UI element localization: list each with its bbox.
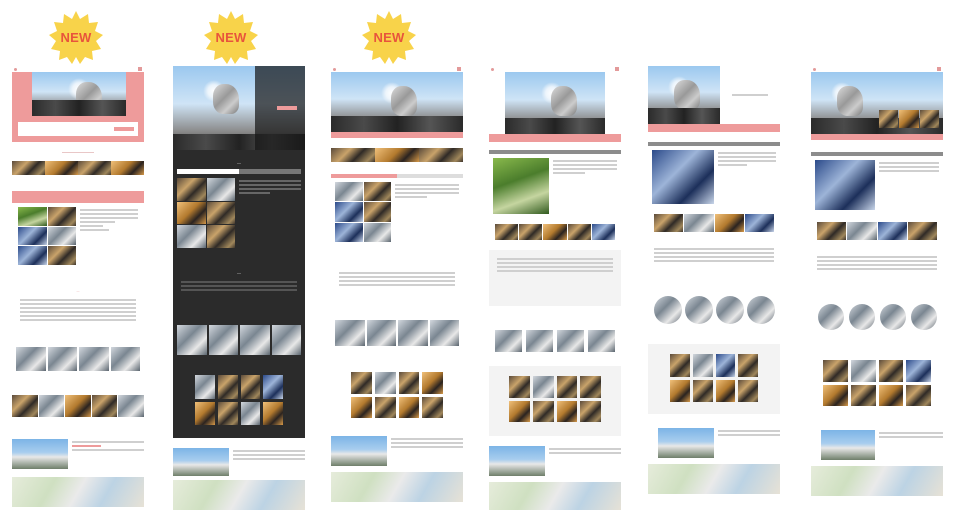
- about-section: [811, 156, 943, 214]
- logo-icon: [813, 67, 816, 71]
- gallery-section: [648, 344, 780, 414]
- photo-strip: [12, 161, 144, 175]
- new-badge-label: NEW: [215, 29, 247, 45]
- template-2-footer: [173, 446, 305, 510]
- hero-image: [505, 72, 605, 134]
- schedule-list: [331, 266, 463, 292]
- more-button[interactable]: [114, 127, 134, 131]
- staff-section: [331, 320, 463, 346]
- schedule-list: [648, 242, 780, 288]
- intro-box: [18, 122, 138, 136]
- gallery-section: [12, 395, 144, 417]
- photo-strip: [495, 224, 616, 240]
- hero-image: [32, 72, 126, 116]
- map[interactable]: [12, 477, 144, 507]
- about-section: [173, 174, 305, 252]
- access-section: [331, 436, 463, 466]
- new-badge-label: NEW: [373, 29, 405, 45]
- map[interactable]: [489, 482, 621, 510]
- template-thumbnail-3[interactable]: [331, 66, 463, 510]
- hero-image: [331, 72, 463, 132]
- staff-section: [811, 304, 943, 332]
- intro-bar: [811, 134, 943, 140]
- new-badge: NEW: [362, 10, 416, 64]
- more-button[interactable]: [277, 106, 297, 110]
- intro-bar: [331, 132, 463, 138]
- gallery-section: [173, 375, 305, 425]
- logo-icon: [14, 67, 17, 71]
- about-heading: —: [237, 160, 241, 165]
- hero-section: [648, 66, 780, 124]
- photo-strip: [654, 214, 774, 232]
- staff-section: [173, 325, 305, 355]
- about-section: [331, 178, 463, 246]
- intro-bar: [648, 124, 780, 132]
- map[interactable]: [173, 480, 305, 510]
- access-section: [648, 428, 780, 458]
- staff-section: [489, 330, 621, 352]
- map[interactable]: [811, 466, 943, 496]
- hero-image: [648, 66, 720, 124]
- about-section: [648, 146, 780, 208]
- menu-icon: [457, 67, 461, 71]
- about-tabs[interactable]: [331, 174, 463, 178]
- schedule-list: [811, 250, 943, 296]
- template-thumbnail-2[interactable]: — —: [173, 66, 305, 438]
- hero-image: [811, 72, 943, 134]
- gallery-section: [811, 352, 943, 416]
- about-section: [489, 154, 621, 218]
- photo-strip: [331, 148, 463, 162]
- new-badge: NEW: [204, 10, 258, 64]
- hero-image: [173, 66, 305, 150]
- template-thumbnail-6[interactable]: [811, 66, 943, 510]
- menu-icon: [937, 67, 941, 71]
- staff-section: [648, 296, 780, 326]
- logo-icon: [333, 67, 336, 71]
- schedule-section: [489, 250, 621, 306]
- template-thumbnail-4[interactable]: [489, 66, 621, 510]
- logo-icon: [491, 67, 494, 71]
- gallery-section: [331, 372, 463, 418]
- access-section: [811, 430, 943, 460]
- menu-icon: [615, 67, 619, 71]
- template-thumbnail-1[interactable]: —: [12, 66, 144, 510]
- map[interactable]: [331, 472, 463, 502]
- staff-section: [12, 347, 144, 371]
- gallery-section: [489, 366, 621, 436]
- template-thumbnail-5[interactable]: [648, 66, 780, 510]
- tabs[interactable]: [177, 169, 301, 174]
- photo-strip: [817, 222, 937, 240]
- new-badge-label: NEW: [60, 29, 92, 45]
- map[interactable]: [648, 464, 780, 494]
- intro-bar: [489, 134, 621, 142]
- about-heading: [12, 191, 144, 203]
- access-section: [489, 446, 621, 476]
- schedule-list: [12, 293, 144, 327]
- access-section: [12, 439, 144, 469]
- new-badge: NEW: [49, 10, 103, 64]
- schedule-list: [173, 275, 305, 297]
- menu-icon: [138, 67, 142, 71]
- about-section: [12, 203, 144, 269]
- hero-section: [12, 72, 144, 142]
